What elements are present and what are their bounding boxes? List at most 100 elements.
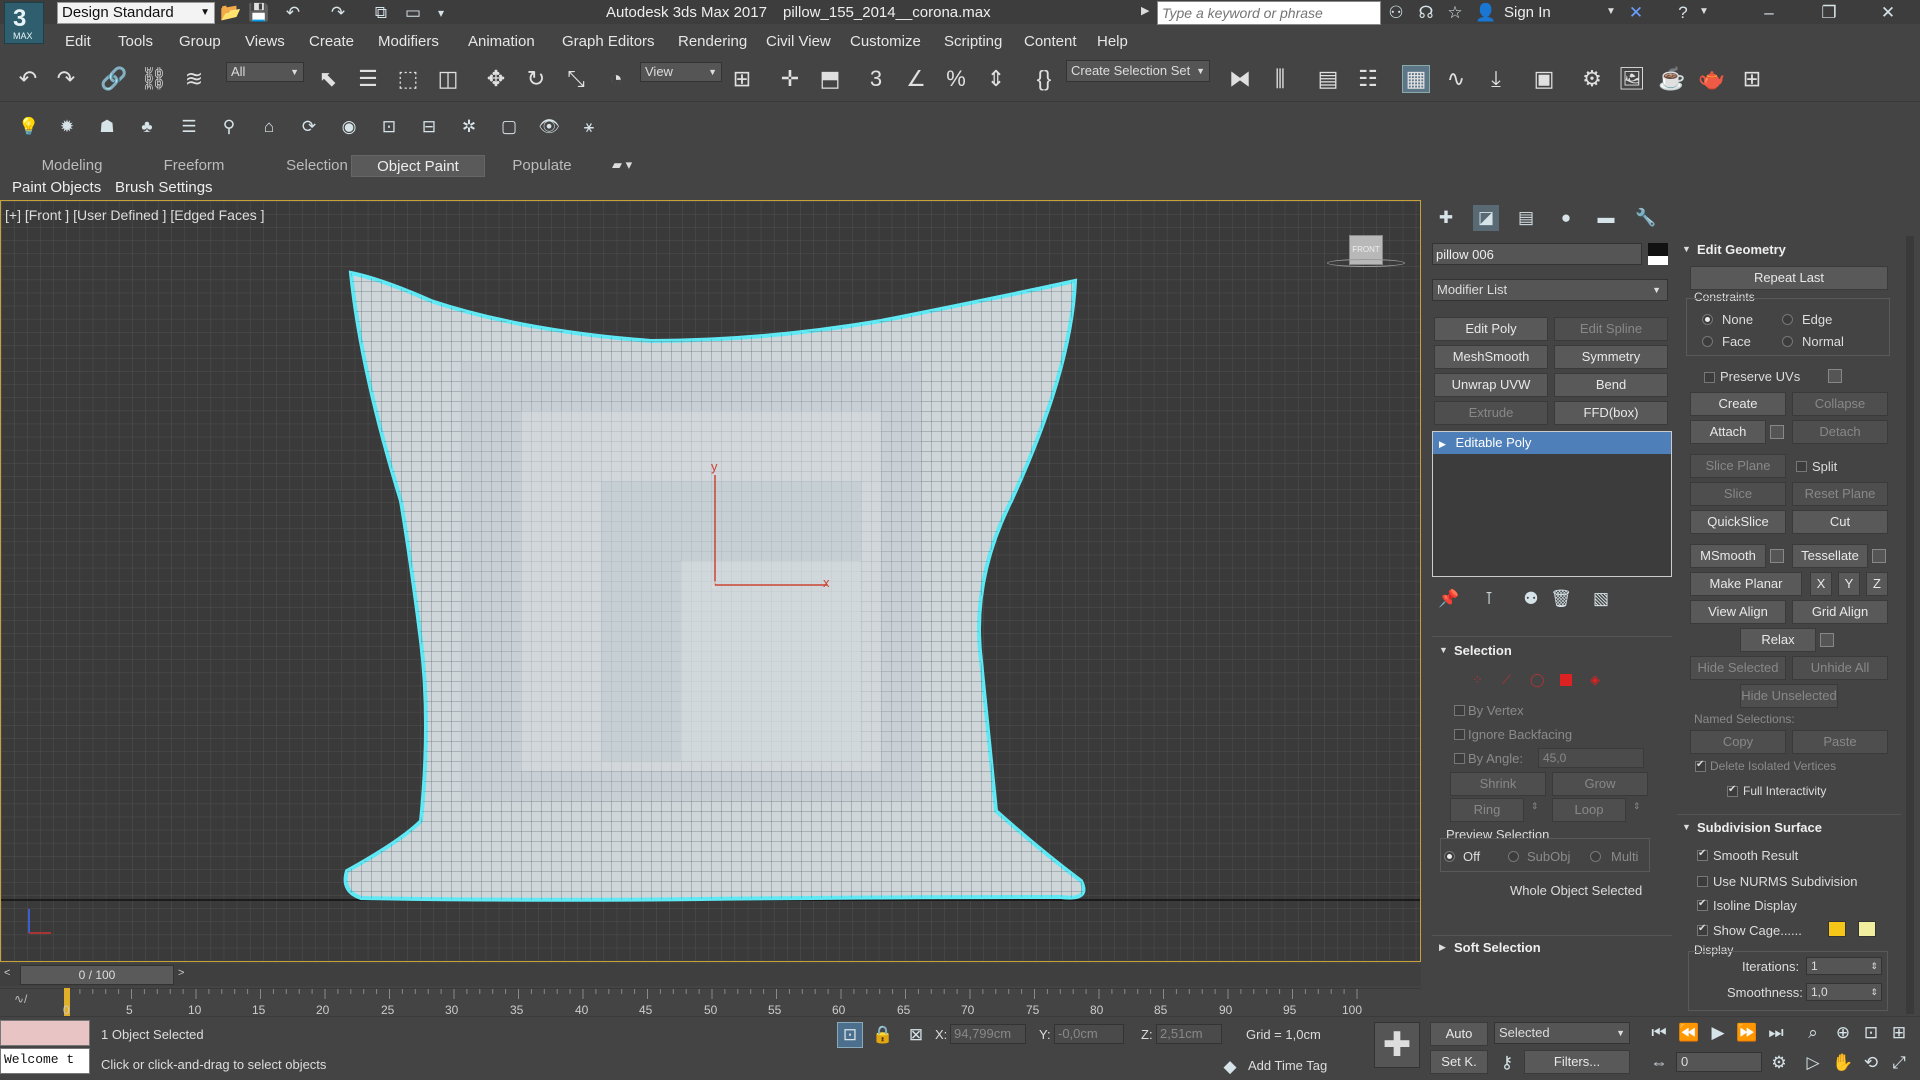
bulb-outline-icon[interactable]: ⚹ [576,114,602,140]
select-scale-icon[interactable]: ⤡ [562,65,590,93]
planar-y-button[interactable]: Y [1838,572,1860,596]
unlink-icon[interactable]: ⛓ [140,65,168,93]
iterations-spinner[interactable]: 1 ⇕ [1806,957,1882,975]
by-vertex-checkbox[interactable] [1454,705,1465,716]
menu-views[interactable]: Views [245,33,285,50]
grid-align-button[interactable]: Grid Align [1792,600,1888,624]
sign-in-dropdown-icon[interactable]: ▼ [1606,6,1616,17]
smoothness-spinner[interactable]: 1,0 ⇕ [1806,983,1882,1001]
create-selection-set-dropdown[interactable]: Create Selection Set ▼ [1066,60,1210,82]
ring-spinner-icon[interactable]: ⇕ [1531,801,1539,812]
expand-arrow-icon[interactable]: ▶ [1439,439,1446,449]
show-end-result-icon[interactable]: ⊺ [1476,586,1502,612]
menu-customize[interactable]: Customize [850,33,921,50]
select-move-icon[interactable]: ✥ [482,65,510,93]
toggle-layer-explorer-icon[interactable]: ☷ [1354,65,1382,93]
ring-button[interactable]: Ring [1450,798,1524,822]
symmetry-button[interactable]: Symmetry [1554,345,1668,369]
attach-button[interactable]: Attach [1690,420,1766,444]
prev-frame-arrow-icon[interactable]: < [4,967,10,979]
cut-button[interactable]: Cut [1792,510,1888,534]
key-filter-dropdown[interactable]: Selected ▼ [1494,1022,1630,1044]
menu-tools[interactable]: Tools [118,33,153,50]
modify-tab-icon[interactable]: ◪ [1473,205,1499,231]
menu-modifiers[interactable]: Modifiers [378,33,439,50]
constraint-normal-radio[interactable] [1782,336,1793,347]
object-name-input[interactable] [1432,243,1642,265]
orbit-icon[interactable]: ⟲ [1858,1050,1884,1076]
edit-named-selection-icon[interactable]: {} [1030,65,1058,93]
collapse-arrow-icon[interactable]: ▼ [1682,822,1691,832]
align-icon[interactable]: ⫼ [1266,65,1294,93]
absolute-mode-icon[interactable]: ⊠ [903,1022,929,1048]
polygon-mode-icon[interactable] [1560,674,1572,686]
use-nurms-checkbox[interactable] [1697,876,1708,887]
loop-spinner-icon[interactable]: ⇕ [1633,801,1641,812]
lock-selection-icon[interactable]: 🔒 [870,1022,896,1048]
menu-group[interactable]: Group [179,33,221,50]
viewport-front[interactable]: [+] [Front ] [User Defined ] [Edged Face… [0,200,1421,962]
constraint-edge-radio[interactable] [1782,314,1793,325]
constraint-face-radio[interactable] [1702,336,1713,347]
key-mode-icon[interactable]: ⚷ [1494,1050,1520,1076]
attach-settings-icon[interactable] [1770,425,1784,439]
relax-settings-icon[interactable] [1820,633,1834,647]
utilities-tab-icon[interactable]: 🔧 [1633,205,1659,231]
tab-object-paint[interactable]: Object Paint [351,155,485,177]
smooth-result-checkbox[interactable] [1697,848,1708,861]
menu-content[interactable]: Content [1024,33,1077,50]
modifier-list-dropdown[interactable]: Modifier List ▼ [1432,279,1668,301]
next-frame-icon[interactable]: ⏩ [1734,1020,1760,1046]
play-icon[interactable]: ▶ [1705,1020,1731,1046]
planar-z-button[interactable]: Z [1866,572,1888,596]
brush-settings-button[interactable]: Brush Settings [115,179,213,196]
command-panel-scrollbar[interactable] [1906,236,1914,1014]
redo-icon[interactable]: ↷ [52,65,80,93]
show-cage-checkbox[interactable] [1697,923,1708,936]
menu-edit[interactable]: Edit [65,33,91,50]
grow-button[interactable]: Grow [1552,772,1648,796]
zoom-all-icon[interactable]: ⊕ [1830,1020,1856,1046]
isoline-display-checkbox[interactable] [1697,898,1708,911]
border-mode-icon[interactable]: ◯ [1530,672,1545,688]
pivot-center-icon[interactable]: ⊞ [728,65,756,93]
isolate-selection-icon[interactable]: ⊡ [837,1022,863,1048]
msmooth-settings-icon[interactable] [1770,549,1784,563]
edge-mode-icon[interactable]: ⟋ [1502,672,1511,688]
set-key-mode-icon[interactable]: ✚ [1374,1022,1420,1068]
edit-poly-button[interactable]: Edit Poly [1434,317,1548,341]
zoom-extents-icon[interactable]: ⊡ [1858,1020,1884,1046]
field-of-view-icon[interactable]: ▷ [1800,1050,1826,1076]
planar-x-button[interactable]: X [1810,572,1832,596]
element-mode-icon[interactable]: ◈ [1590,672,1600,688]
hold-icon[interactable]: ⧉ [368,0,394,26]
list-panel-icon[interactable]: ☰ [176,114,202,140]
preview-subobj-radio[interactable] [1508,851,1519,862]
light-bulb-icon[interactable]: 💡 [16,114,42,140]
selection-rollout-title[interactable]: Selection [1454,643,1512,658]
menu-help[interactable]: Help [1097,33,1128,50]
vertex-mode-icon[interactable]: ⁘ [1472,672,1483,688]
create-tab-icon[interactable]: ✚ [1433,205,1459,231]
key-filters-button[interactable]: Filters... [1524,1050,1630,1074]
select-place-icon[interactable]: ◔ [602,65,630,93]
key-mode-toggle-icon[interactable]: ⇔ [1646,1050,1672,1076]
menu-animation[interactable]: Animation [468,33,535,50]
maximize-viewport-icon[interactable]: ⤢ [1886,1050,1912,1076]
repeat-last-button[interactable]: Repeat Last [1690,266,1888,290]
expand-arrow-icon[interactable]: ▶ [1439,942,1446,953]
preview-multi-radio[interactable] [1590,851,1601,862]
quick-access-dropdown-icon[interactable]: ▾ [428,0,454,26]
relax-button[interactable]: Relax [1740,628,1816,652]
z-coordinate-field[interactable]: 2,51cm [1156,1024,1222,1044]
communication-center-icon[interactable]: ☊ [1413,0,1439,26]
binoculars-icon[interactable]: ⚇ [1383,0,1409,26]
ribbon-options-icon[interactable]: ▰ ▾ [612,157,632,173]
current-frame-spinner[interactable]: 0 [1676,1052,1762,1072]
slice-button[interactable]: Slice [1690,482,1786,506]
viewcube-ring[interactable] [1327,259,1405,267]
angle-spinner[interactable]: 45,0 [1538,748,1644,768]
goto-end-icon[interactable]: ⏭ [1763,1020,1789,1046]
hierarchy-tab-icon[interactable]: ▤ [1513,205,1539,231]
crowd-icon[interactable]: ☗ [94,114,120,140]
